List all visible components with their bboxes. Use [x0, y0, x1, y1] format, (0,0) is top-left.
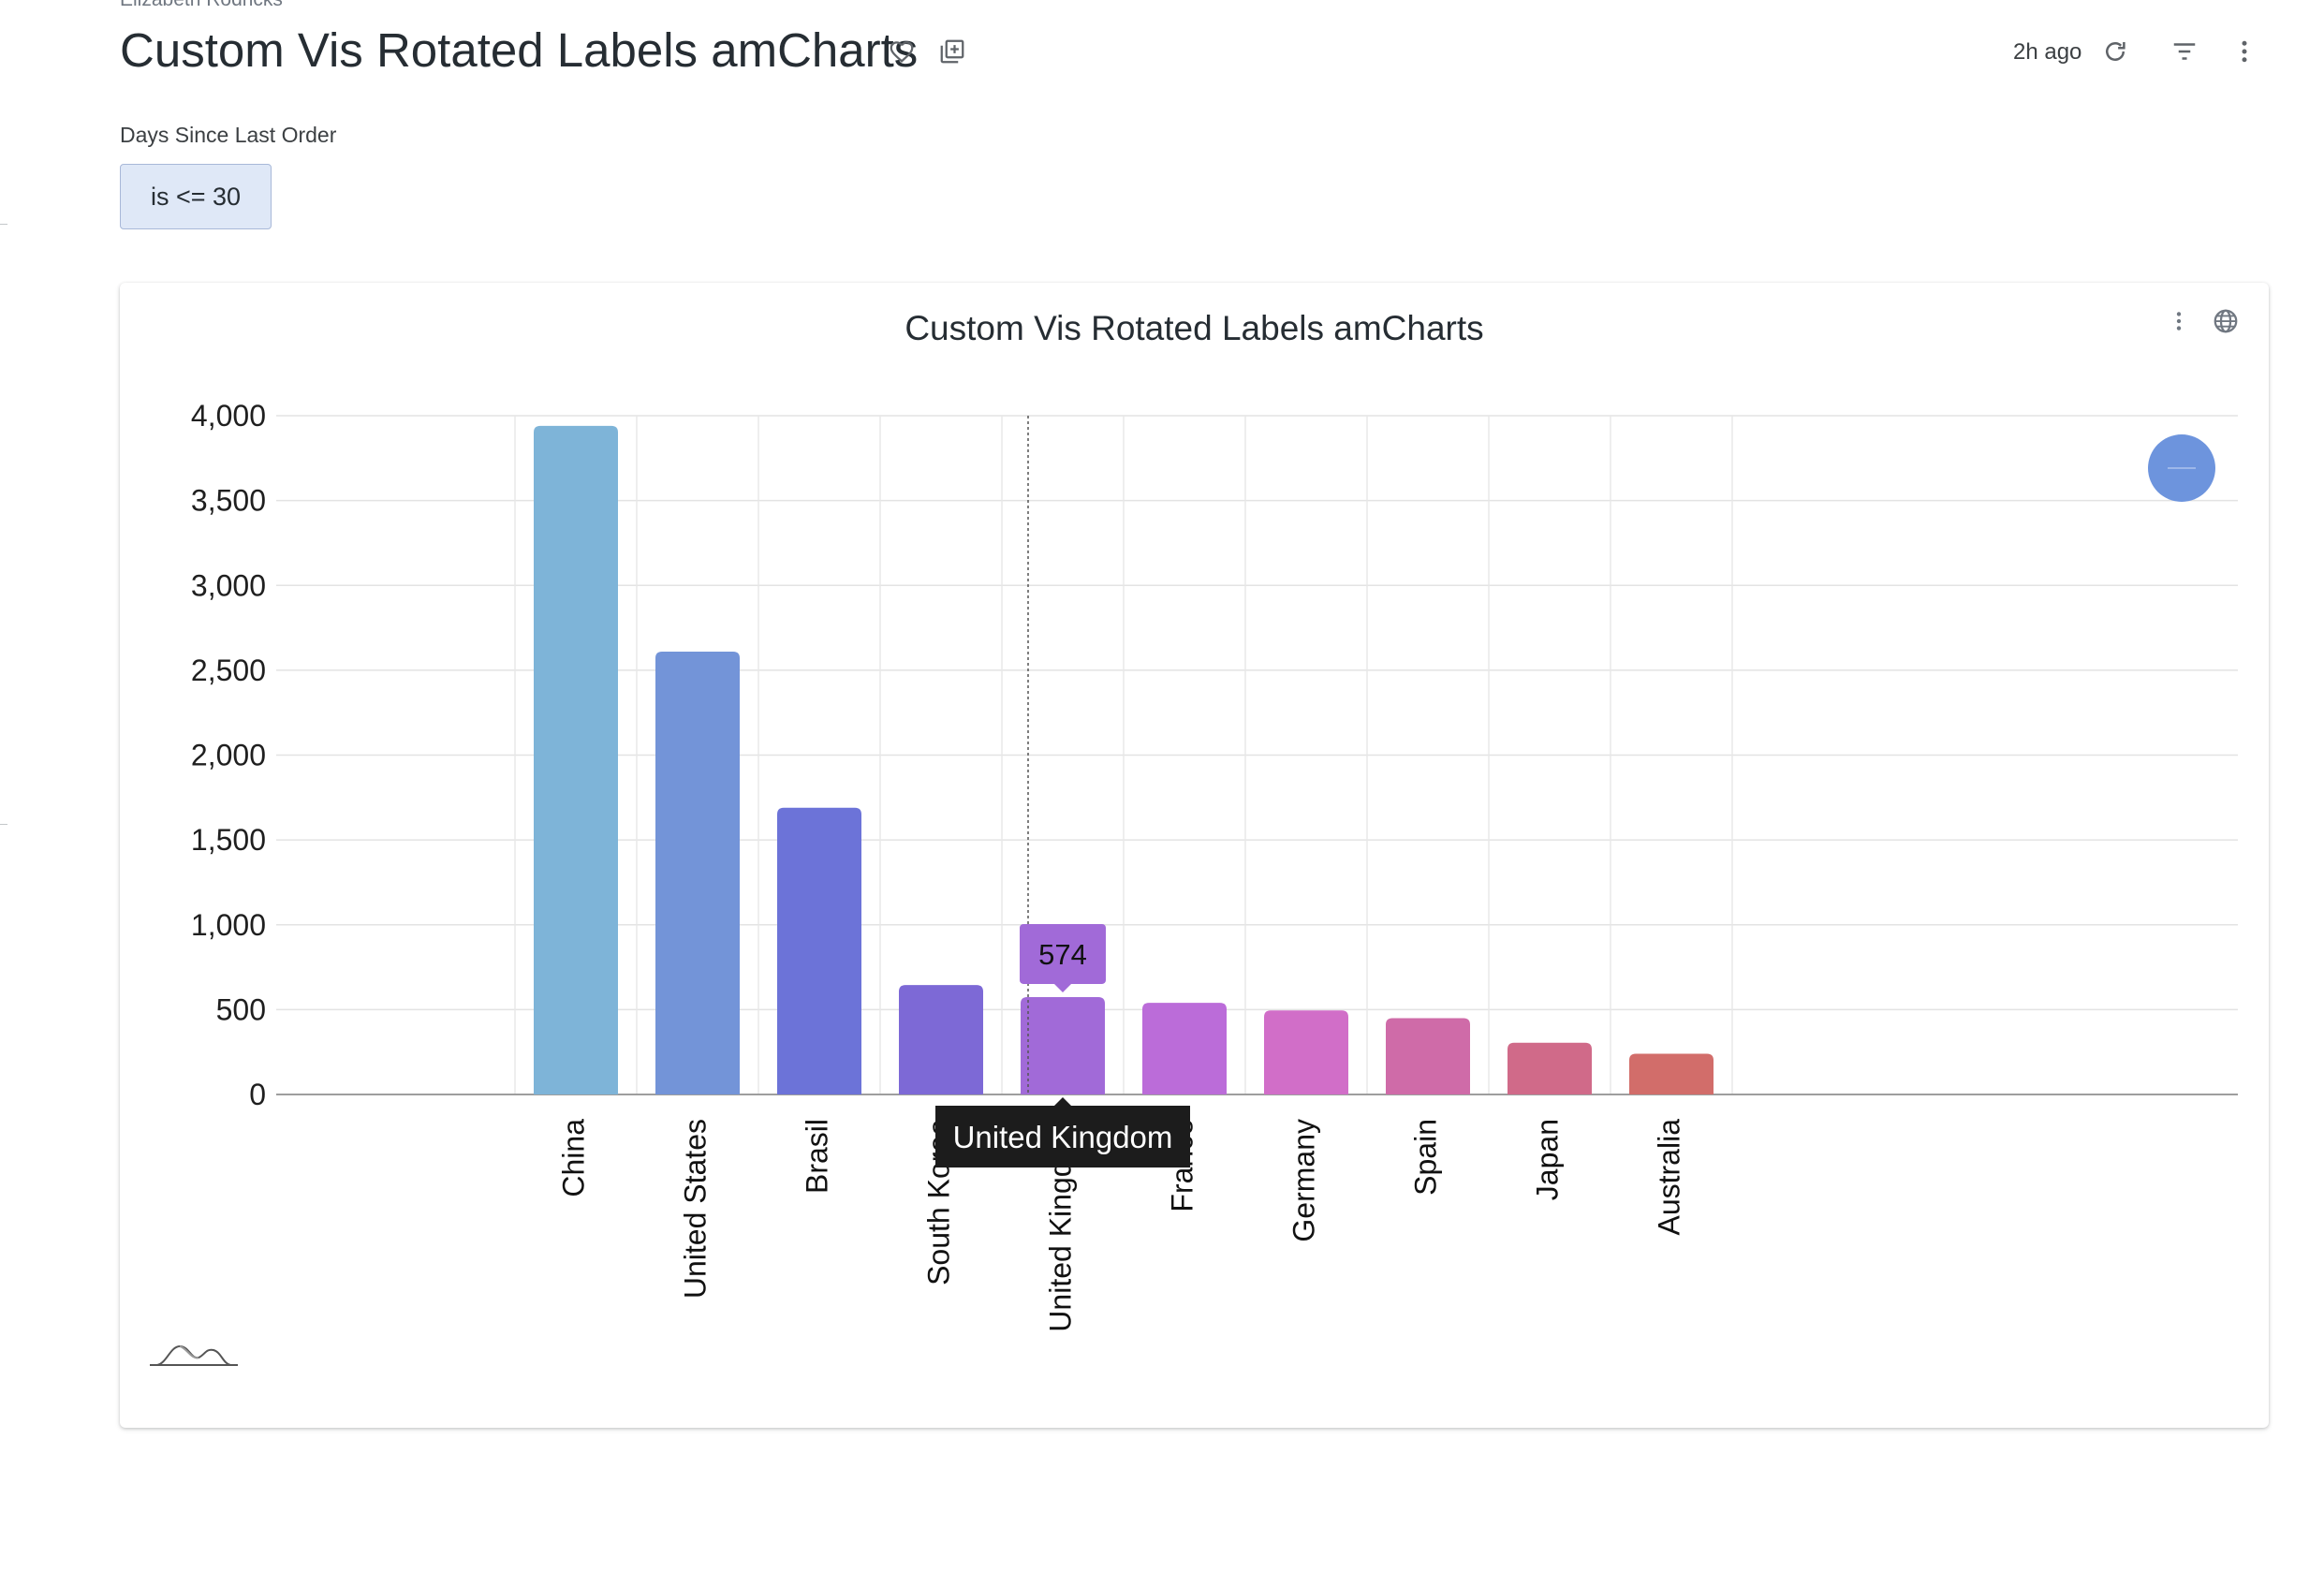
bar: [1142, 1003, 1227, 1094]
bar: [1264, 1010, 1348, 1094]
value-tooltip-pointer: [1054, 983, 1071, 992]
page-edge-tick: [0, 824, 7, 825]
y-tick-label: 3,500: [191, 484, 266, 518]
scrollbar-grip-icon[interactable]: [148, 1328, 245, 1373]
y-tick-label: 1,500: [191, 823, 266, 857]
y-tick-label: 1,000: [191, 908, 266, 942]
x-tick-label: Japan: [1530, 1119, 1564, 1200]
zoom-out-icon: [2168, 467, 2196, 469]
y-tick-label: 2,500: [191, 653, 266, 687]
bar: [1629, 1053, 1714, 1094]
y-tick-label: 500: [216, 992, 266, 1026]
heart-icon[interactable]: [886, 36, 918, 67]
more-vertical-icon[interactable]: [2228, 36, 2260, 67]
tile-more-icon[interactable]: [2165, 305, 2193, 337]
bar-chart: 05001,0001,5002,0002,5003,0003,5004,000 …: [191, 399, 2238, 1332]
page-edge-tick: [0, 224, 7, 225]
value-tooltip-text: 574: [1038, 938, 1087, 971]
x-tick-label: United States: [678, 1119, 712, 1299]
bar: [655, 651, 740, 1094]
y-tick-label: 3,000: [191, 568, 266, 602]
category-tooltip-pointer: [1054, 1097, 1071, 1106]
bar: [534, 425, 618, 1094]
zoom-out-button[interactable]: [2148, 434, 2215, 502]
x-tick-label: Brasil: [800, 1119, 833, 1194]
bar: [899, 985, 983, 1094]
refresh-icon[interactable]: [2099, 36, 2131, 67]
x-tick-label: Spain: [1408, 1119, 1442, 1196]
chart-tile: Custom Vis Rotated Labels amCharts 0 500 1…: [120, 283, 2269, 1428]
add-to-board-icon[interactable]: [936, 36, 968, 67]
last-updated-text: 2h ago: [2013, 39, 2082, 65]
bar: [1386, 1018, 1470, 1094]
y-tick-label: 2,000: [191, 739, 266, 772]
author-name: Elizabeth Rodricks: [120, 0, 283, 11]
x-tick-label: Germany: [1287, 1119, 1320, 1242]
filter-label: Days Since Last Order: [120, 123, 337, 147]
y-tick-label: 4,000: [191, 399, 266, 433]
bar: [777, 807, 861, 1094]
filter-chip[interactable]: is <= 30: [120, 164, 272, 229]
y-tick-label: 0: [249, 1078, 266, 1111]
x-tick-label: Australia: [1652, 1119, 1685, 1236]
globe-icon[interactable]: [2210, 305, 2242, 337]
bar: [1508, 1042, 1592, 1094]
bar: [1021, 996, 1105, 1094]
filter-icon[interactable]: [2169, 36, 2200, 67]
x-tick-label: China: [556, 1119, 590, 1197]
category-tooltip-text: United Kingdom: [953, 1120, 1173, 1154]
dashboard-title: Custom Vis Rotated Labels amCharts: [120, 23, 919, 77]
